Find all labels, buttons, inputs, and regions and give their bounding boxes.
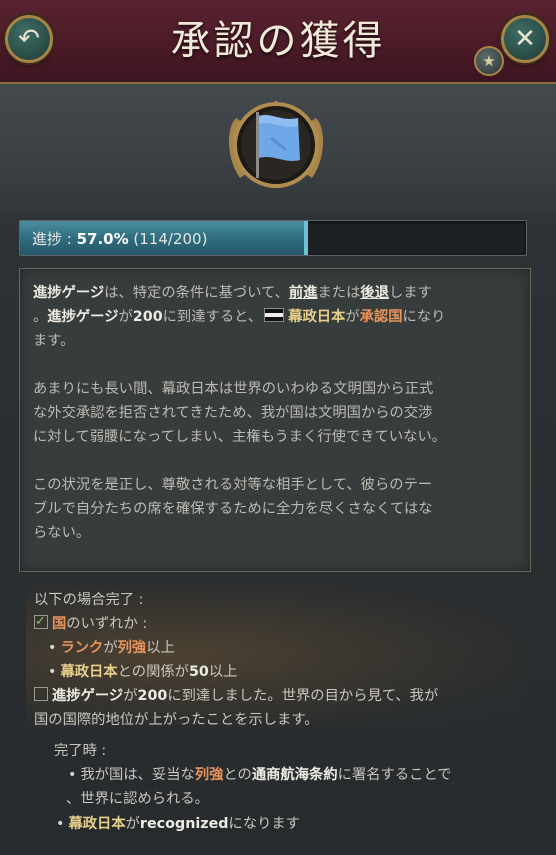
great-power-link[interactable]: 列強	[118, 640, 147, 656]
retreat-link[interactable]: 後退	[360, 285, 389, 301]
objective-panel: ↶ 承認の獲得 ✕ ★ 進捗 : 57.0% (114/200) 進捗ゲージは、…	[0, 0, 556, 855]
condition-rank: • ランクが列強以上	[48, 636, 175, 660]
description-paragraph-2: あまりにも長い間、幕政日本は世界のいわゆる文明国から正式 な外交承認を拒否されてき…	[33, 377, 521, 449]
checkbox-unchecked-icon	[34, 687, 48, 701]
text: に到達しました。世界の目から見て、我が	[167, 688, 439, 704]
text: な外交承認を拒否されてきたため、我が国は文明国からの交渉	[33, 405, 433, 421]
advance-link[interactable]: 前進	[289, 285, 318, 301]
text: が	[123, 688, 138, 704]
text: あまりにも長い間、幕政日本は世界のいわゆる文明国から正式	[33, 381, 434, 397]
text: が	[345, 309, 360, 325]
bullet-icon: •	[68, 767, 77, 783]
text: が	[125, 816, 140, 832]
text: ます。	[33, 333, 75, 349]
text: します	[389, 285, 432, 301]
text: は、特定の条件に基づいて、	[104, 285, 289, 301]
text: になります	[228, 816, 301, 832]
text: が	[118, 309, 133, 325]
close-button[interactable]: ✕	[501, 15, 549, 63]
text: らない。	[33, 525, 91, 541]
text: との	[223, 767, 252, 783]
progress-gauge-link[interactable]: 進捗ゲージ	[47, 309, 118, 325]
great-power-link[interactable]: 列強	[195, 767, 224, 783]
text: 。	[33, 309, 48, 325]
description-box: 進捗ゲージは、特定の条件に基づいて、前進または後退します 。進捗ゲージが200に到…	[19, 268, 531, 572]
on-complete-section: 完了時 : • 我が国は、妥当な列強との通商航海条約に署名することで 、世界に認め…	[0, 735, 556, 855]
condition-progress-cont: 国の国際的地位が上がったことを示します。	[34, 712, 319, 728]
text: が	[103, 640, 118, 656]
country-link[interactable]: 幕政日本	[288, 309, 345, 325]
progress-label: 進捗 :	[32, 230, 77, 248]
checkbox-checked-icon	[34, 610, 48, 634]
status-value: recognized	[139, 816, 229, 832]
text: に署名することで	[337, 767, 452, 783]
value: 200	[137, 688, 168, 704]
value: 200	[132, 309, 163, 325]
description-paragraph-3: この状況を是正し、尊敬される対等な相手として、彼らのテー ブルで自分たちの席を確保…	[33, 473, 521, 545]
on-complete-heading: 完了時 :	[54, 743, 107, 759]
text: 以上	[146, 640, 175, 656]
text: または	[317, 285, 361, 301]
bullet-icon: •	[48, 640, 57, 656]
text: 我が国は、妥当な	[80, 767, 195, 783]
description-paragraph-1: 進捗ゲージは、特定の条件に基づいて、前進または後退します 。進捗ゲージが200に到…	[33, 281, 521, 353]
country-link[interactable]: 国	[52, 616, 66, 632]
text: に対して弱腰になってしまい、主権もうまく行使できていない。	[33, 429, 447, 445]
japan-shogunate-flag-icon	[264, 308, 285, 322]
completion-conditions: 以下の場合完了 : 国のいずれか : •ランクが列強以上 •幕政日本との関係が5…	[26, 580, 526, 730]
treaty-link[interactable]: 通商航海条約	[252, 767, 338, 783]
progress-gauge-link[interactable]: 進捗ゲージ	[52, 688, 123, 704]
star-icon: ★	[482, 52, 496, 70]
panel-title: 承認の獲得	[170, 18, 386, 64]
country-link[interactable]: 幕政日本	[60, 664, 117, 680]
progress-bar: 進捗 : 57.0% (114/200)	[19, 220, 527, 256]
text: 以上	[208, 664, 238, 680]
favorite-star-button[interactable]: ★	[474, 46, 504, 76]
text: との関係が	[117, 664, 189, 680]
conditions-heading: 以下の場合完了 :	[34, 592, 144, 608]
bullet-icon: •	[56, 816, 65, 832]
progress-text: 進捗 : 57.0% (114/200)	[32, 228, 207, 249]
value: 50	[188, 664, 209, 680]
condition-relations: • 幕政日本との関係が50以上	[48, 660, 237, 684]
text: のいずれか :	[66, 616, 148, 632]
rank-link[interactable]: ランク	[60, 640, 103, 656]
text: ブルで自分たちの席を確保するために全力を尽くさなくてはな	[33, 501, 433, 517]
text: になり	[402, 309, 446, 325]
text: に到達すると、	[162, 309, 263, 325]
progress-gauge-link[interactable]: 進捗ゲージ	[33, 285, 104, 301]
country-link[interactable]: 幕政日本	[68, 816, 125, 832]
effect-treaty-cont: 、世界に認められる。	[66, 791, 209, 807]
panel-header: ↶ 承認の獲得 ✕ ★	[0, 0, 556, 84]
condition-progress: 進捗ゲージが200に到達しました。世界の目から見て、我が	[34, 684, 438, 708]
flag-emblem-icon	[228, 100, 324, 188]
text: この状況を是正し、尊敬される対等な相手として、彼らのテー	[33, 477, 433, 493]
condition-any-country: 国のいずれか :	[34, 610, 148, 636]
effect-treaty: • 我が国は、妥当な列強との通商航海条約に署名することで	[68, 763, 452, 787]
progress-percent: 57.0%	[76, 230, 129, 248]
recognized-status-link[interactable]: 承認国	[360, 309, 403, 325]
progress-count: (114/200)	[128, 230, 208, 248]
close-icon: ✕	[514, 24, 536, 54]
effect-recognized: • 幕政日本がrecognizedになります	[56, 812, 300, 836]
bullet-icon: •	[48, 664, 57, 680]
